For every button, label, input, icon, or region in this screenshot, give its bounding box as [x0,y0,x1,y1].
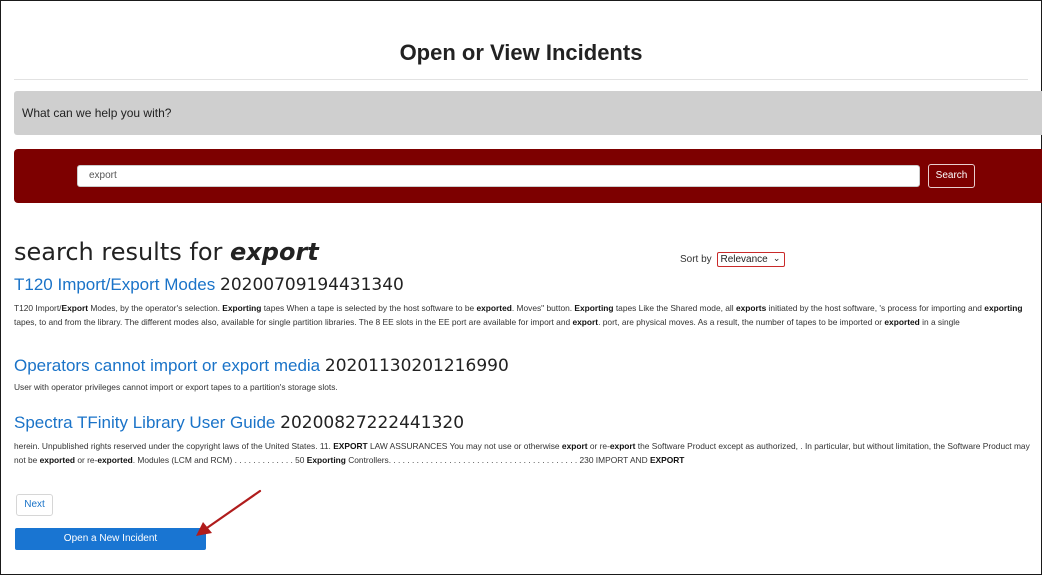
snippet-highlight: EXPORT [649,455,685,465]
result-snippet: herein. Unpublished rights reserved unde… [14,439,1034,467]
search-button[interactable]: Search [928,164,975,188]
snippet-highlight: Exporting [306,455,346,465]
result-id: 20200827222441320 [280,413,465,433]
snippet-highlight: exported [476,303,512,313]
snippet-highlight: exported [39,455,75,465]
snippet-highlight: Exporting [222,303,262,313]
snippet-text: T120 Import/ [14,303,62,313]
snippet-text: or re- [587,441,610,451]
snippet-text: Modes, by the operator's selection. [88,303,223,313]
results-heading-term: export [230,238,319,266]
result-title: T120 Import/Export Modes 202007091944313… [14,275,1034,295]
result-title-link[interactable]: Operators cannot import or export media [14,356,320,375]
sort-select[interactable]: Relevance ⌄ [717,252,786,267]
snippet-text: tapes Like the Shared mode, all [613,303,736,313]
snippet-highlight: Export [61,303,89,313]
snippet-text: . Moves" button. [511,303,575,313]
snippet-highlight: exported [884,317,920,327]
result-item: T120 Import/Export Modes 202007091944313… [14,275,1034,329]
snippet-highlight: exporting [984,303,1023,313]
snippet-highlight: EXPORT [333,441,368,451]
search-band: export Search [14,149,1042,203]
snippet-highlight: Exporting [574,303,614,313]
snippet-text: in a single [919,317,960,327]
snippet-text: Controllers. . . . . . . . . . . . . . .… [345,455,650,465]
sort-select-value: Relevance [720,254,768,265]
page-title: Open or View Incidents [399,40,643,65]
snippet-highlight: exported [97,455,133,465]
next-page-button[interactable]: Next [16,494,53,516]
result-title: Spectra TFinity Library User Guide 20200… [14,413,1034,433]
snippet-text: tapes, to and from the library. The diff… [14,317,573,327]
result-title: Operators cannot import or export media … [14,356,1034,376]
result-snippet: User with operator privileges cannot imp… [14,380,1034,394]
snippet-text: User with operator privileges cannot imp… [14,382,338,392]
sort-control: Sort by Relevance ⌄ [680,252,786,267]
chevron-down-icon: ⌄ [772,253,781,263]
sort-label: Sort by [680,254,712,266]
snippet-text: or re- [75,455,98,465]
help-bar: What can we help you with? [14,91,1042,135]
result-item: Spectra TFinity Library User Guide 20200… [14,413,1034,467]
result-title-link[interactable]: T120 Import/Export Modes [14,275,215,294]
snippet-highlight: export [561,441,588,451]
result-title-link[interactable]: Spectra TFinity Library User Guide [14,413,275,432]
snippet-highlight: export [572,317,599,327]
result-id: 20201130201216990 [324,356,509,376]
results-heading-prefix: search results for [14,238,223,266]
search-input[interactable]: export [77,165,920,187]
snippet-highlight: exports [735,303,767,313]
results-heading: search results for export [14,238,319,266]
snippet-text: . port, are physical moves. As a result,… [598,317,885,327]
snippet-text: LAW ASSURANCES You may not use or otherw… [367,441,562,451]
snippet-text: . Modules (LCM and RCM) . . . . . . . . … [132,455,307,465]
result-snippet: T120 Import/Export Modes, by the operato… [14,301,1034,329]
snippet-text: initiated by the host software, 's proce… [766,303,985,313]
snippet-text: tapes When a tape is selected by the hos… [261,303,477,313]
title-divider [14,79,1028,80]
snippet-highlight: export [609,441,636,451]
result-id: 20200709194431340 [220,275,404,295]
help-prompt: What can we help you with? [22,106,172,120]
result-item: Operators cannot import or export media … [14,356,1034,394]
snippet-text: herein. Unpublished rights reserved unde… [14,441,334,451]
open-new-incident-button[interactable]: Open a New Incident [15,528,206,550]
annotation-arrow-icon [196,489,262,536]
